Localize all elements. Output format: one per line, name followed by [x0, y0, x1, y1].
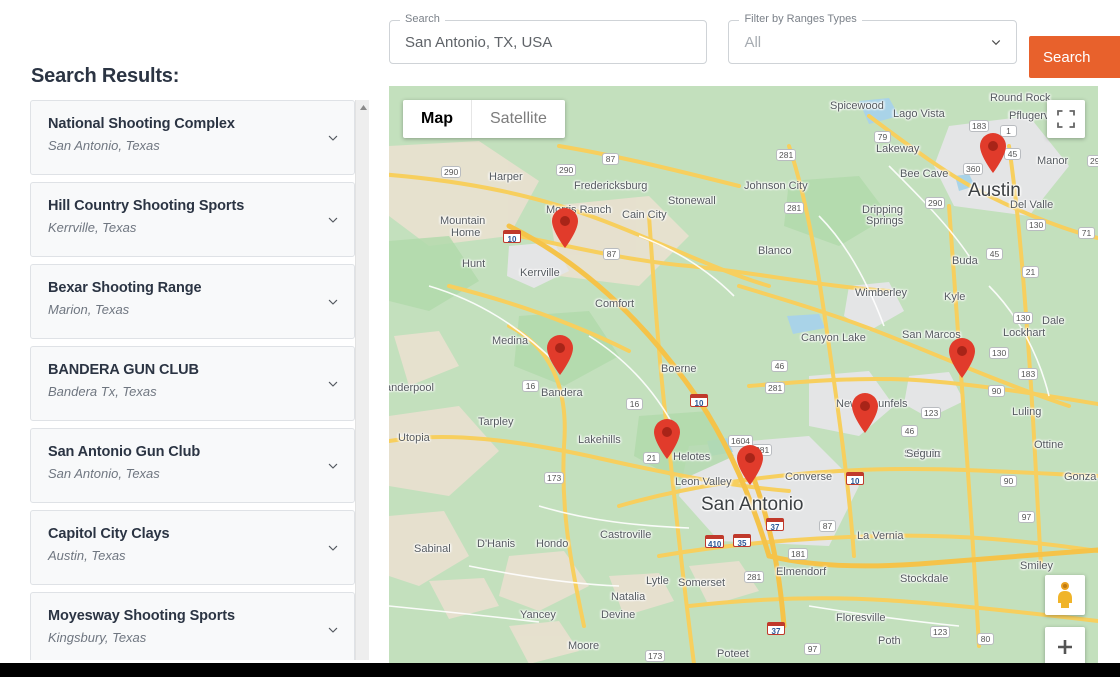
result-name: Bexar Shooting Range [48, 280, 202, 296]
map-marker-pin-icon[interactable] [550, 207, 580, 249]
chevron-down-icon[interactable] [325, 458, 341, 474]
page-title: Search Results: [31, 65, 180, 87]
result-card[interactable]: Hill Country Shooting Sports Kerrville, T… [30, 182, 355, 257]
result-card[interactable]: Bexar Shooting Range Marion, Texas [30, 264, 355, 339]
map-type-satellite[interactable]: Satellite [472, 100, 565, 138]
street-view-pegman-icon[interactable] [1045, 575, 1085, 615]
result-location: Austin, Texas [48, 547, 126, 563]
result-location: Bandera Tx, Texas [48, 383, 157, 399]
bottom-black-bar [0, 663, 1120, 677]
search-field-label: Search [400, 13, 445, 26]
chevron-down-icon[interactable] [325, 130, 341, 146]
search-button[interactable]: Search [1029, 36, 1120, 78]
scroll-up-arrow-icon[interactable] [356, 100, 370, 114]
map-container[interactable]: Spicewood Lago Vista Round Rock Pflugervill… [389, 86, 1098, 663]
chevron-down-icon[interactable] [987, 33, 1005, 51]
result-name: BANDERA GUN CLUB [48, 362, 199, 378]
map-marker-pin-icon[interactable] [850, 392, 880, 434]
fullscreen-expand-icon[interactable] [1047, 100, 1085, 138]
filter-select-value: All [744, 33, 762, 51]
map-type-control[interactable]: Map Satellite [403, 100, 565, 138]
result-card[interactable]: Moyesway Shooting Sports Kingsbury, Texas [30, 592, 355, 660]
search-toolbar: Search Filter by Ranges Types All Search [389, 13, 1120, 78]
result-card[interactable]: Capitol City Clays Austin, Texas [30, 510, 355, 585]
result-name: Capitol City Clays [48, 526, 170, 542]
results-list: National Shooting Complex San Antonio, Te… [30, 100, 355, 660]
filter-select-outline [728, 20, 1018, 64]
chevron-down-icon[interactable] [325, 294, 341, 310]
chevron-down-icon[interactable] [325, 212, 341, 228]
map-canvas[interactable]: Spicewood Lago Vista Round Rock Pflugervill… [389, 86, 1098, 663]
result-location: Marion, Texas [48, 301, 130, 317]
search-field[interactable]: Search [389, 13, 707, 64]
results-scroll-container[interactable]: National Shooting Complex San Antonio, Te… [30, 100, 369, 660]
map-marker-pin-icon[interactable] [735, 444, 765, 486]
map-marker-pin-icon[interactable] [947, 337, 977, 379]
result-location: San Antonio, Texas [48, 465, 160, 481]
chevron-down-icon[interactable] [325, 540, 341, 556]
chevron-down-icon[interactable] [325, 376, 341, 392]
map-marker-pin-icon[interactable] [545, 334, 575, 376]
search-input[interactable] [389, 20, 707, 64]
result-location: Kerrville, Texas [48, 219, 137, 235]
results-scrollbar[interactable] [355, 100, 369, 660]
result-name: Moyesway Shooting Sports [48, 608, 235, 624]
right-background [1098, 0, 1120, 663]
map-marker-pin-icon[interactable] [978, 132, 1008, 174]
result-name: National Shooting Complex [48, 116, 235, 132]
filter-select[interactable]: Filter by Ranges Types All [728, 13, 1018, 64]
map-zoom-in-button[interactable] [1045, 627, 1085, 663]
result-card[interactable]: San Antonio Gun Club San Antonio, Texas [30, 428, 355, 503]
result-name: San Antonio Gun Club [48, 444, 201, 460]
search-results-sidebar: Search Results: National Shooting Comple… [0, 22, 386, 663]
result-location: Kingsbury, Texas [48, 629, 147, 645]
result-name: Hill Country Shooting Sports [48, 198, 245, 214]
result-card[interactable]: National Shooting Complex San Antonio, Te… [30, 100, 355, 175]
map-marker-pin-icon[interactable] [652, 418, 682, 460]
page-root: Search Results: National Shooting Comple… [0, 0, 1120, 677]
map-type-map[interactable]: Map [403, 100, 472, 138]
result-card[interactable]: BANDERA GUN CLUB Bandera Tx, Texas [30, 346, 355, 421]
chevron-down-icon[interactable] [325, 622, 341, 638]
result-location: San Antonio, Texas [48, 137, 160, 153]
